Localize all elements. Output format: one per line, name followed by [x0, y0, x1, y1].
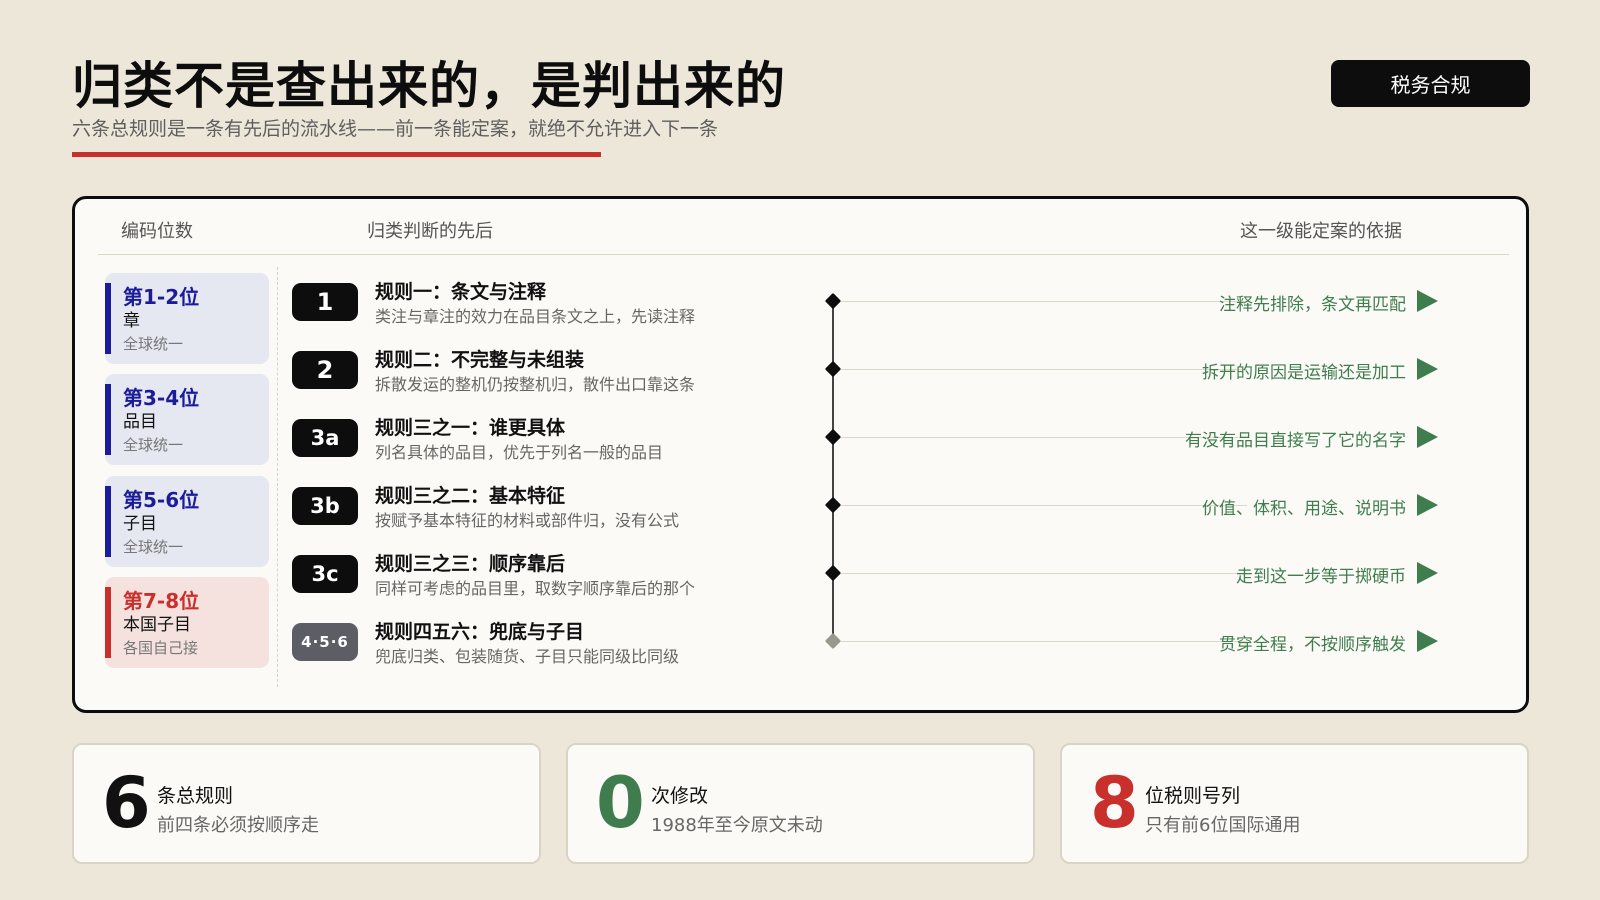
page-subtitle: 六条总规则是一条有先后的流水线——前一条能定案，就绝不允许进入下一条: [72, 118, 719, 140]
play-arrow-icon: [1417, 562, 1438, 584]
connector-line: [841, 369, 1247, 370]
rule-title: 规则一：条文与注释: [375, 281, 547, 303]
stat-number: 0: [596, 762, 645, 844]
rule-title: 规则二：不完整与未组装: [375, 349, 585, 371]
stat-label: 位税则号列: [1145, 785, 1241, 807]
code-digits: 第1-2位: [123, 285, 200, 309]
timeline-node: [824, 496, 842, 514]
code-digits: 第5-6位: [123, 488, 200, 512]
rule-basis: 走到这一步等于掷硬币: [1236, 567, 1406, 587]
rules-panel: 编码位数 归类判断的先后 这一级能定案的依据 第1-2位 章 全球统一 第3-4…: [72, 196, 1529, 713]
category-tag: 税务合规: [1331, 60, 1530, 107]
rule-basis: 拆开的原因是运输还是加工: [1202, 363, 1406, 383]
rule-badge: 3a: [292, 419, 358, 457]
stat-number: 6: [102, 762, 151, 844]
rule-desc: 类注与章注的效力在品目条文之上，先读注释: [375, 307, 696, 326]
code-card-1-2: 第1-2位 章 全球统一: [105, 273, 269, 364]
connector-line: [841, 641, 1247, 642]
code-note: 全球统一: [123, 436, 184, 454]
code-card-5-6: 第5-6位 子目 全球统一: [105, 476, 269, 567]
play-arrow-icon: [1417, 426, 1438, 448]
connector-line: [841, 505, 1247, 506]
rule-title: 规则三之二：基本特征: [375, 485, 566, 507]
rule-desc: 兜底归类、包装随货、子目只能同级比同级: [375, 647, 680, 666]
connector-line: [841, 573, 1247, 574]
rule-desc: 同样可考虑的品目里，取数字顺序靠后的那个: [375, 579, 696, 598]
column-header-basis: 这一级能定案的依据: [1240, 221, 1402, 242]
column-header-order: 归类判断的先后: [367, 221, 493, 242]
connector-line: [841, 301, 1247, 302]
stat-label: 次修改: [651, 785, 709, 807]
column-divider: [277, 267, 278, 687]
rule-title: 规则三之三：顺序靠后: [375, 553, 566, 575]
page-title: 归类不是查出来的，是判出来的: [72, 57, 786, 115]
code-level: 章: [123, 311, 140, 331]
code-level: 子目: [123, 514, 157, 534]
rule-basis: 有没有品目直接写了它的名字: [1185, 431, 1406, 451]
column-header-code: 编码位数: [121, 221, 193, 242]
code-level: 品目: [123, 412, 157, 432]
timeline-node: [824, 360, 842, 378]
rule-basis: 贯穿全程，不按顺序触发: [1219, 635, 1406, 655]
stat-label: 条总规则: [157, 785, 234, 807]
rule-badge: 3b: [292, 487, 358, 525]
play-arrow-icon: [1417, 630, 1438, 652]
stat-card-revisions: 0 次修改 1988年至今原文未动: [566, 743, 1035, 864]
code-digits: 第3-4位: [123, 386, 200, 410]
play-arrow-icon: [1417, 358, 1438, 380]
timeline-node: [824, 292, 842, 310]
play-arrow-icon: [1417, 290, 1438, 312]
rule-title: 规则四五六：兜底与子目: [375, 621, 585, 643]
rule-basis: 价值、体积、用途、说明书: [1202, 499, 1406, 519]
stat-card-digits: 8 位税则号列 只有前6位国际通用: [1060, 743, 1529, 864]
code-note: 各国自己接: [123, 639, 199, 657]
rule-badge: 3c: [292, 555, 358, 593]
rule-badge: 4·5·6: [292, 623, 358, 661]
code-card-3-4: 第3-4位 品目 全球统一: [105, 374, 269, 465]
rule-basis: 注释先排除，条文再匹配: [1219, 295, 1406, 315]
stat-note: 前四条必须按顺序走: [157, 815, 319, 836]
play-arrow-icon: [1417, 494, 1438, 516]
code-level: 本国子目: [123, 615, 191, 635]
code-card-7-8: 第7-8位 本国子目 各国自己接: [105, 577, 269, 668]
code-note: 全球统一: [123, 335, 184, 353]
rule-badge: 2: [292, 351, 358, 389]
code-digits: 第7-8位: [123, 589, 200, 613]
rule-badge: 1: [292, 283, 358, 321]
rule-desc: 按赋予基本特征的材料或部件归，没有公式: [375, 511, 680, 530]
code-note: 全球统一: [123, 538, 184, 556]
timeline-track: [832, 302, 834, 638]
timeline-node: [824, 564, 842, 582]
rule-desc: 拆散发运的整机仍按整机归，散件出口靠这条: [375, 375, 696, 394]
header-divider: [98, 254, 1509, 255]
stat-card-rules: 6 条总规则 前四条必须按顺序走: [72, 743, 541, 864]
title-underline: [72, 152, 601, 157]
rule-title: 规则三之一：谁更具体: [375, 417, 566, 439]
timeline-node: [824, 632, 842, 650]
rule-desc: 列名具体的品目，优先于列名一般的品目: [375, 443, 664, 462]
stat-note: 1988年至今原文未动: [651, 815, 823, 836]
timeline-node: [824, 428, 842, 446]
stat-note: 只有前6位国际通用: [1145, 815, 1301, 836]
stat-number: 8: [1090, 762, 1139, 844]
